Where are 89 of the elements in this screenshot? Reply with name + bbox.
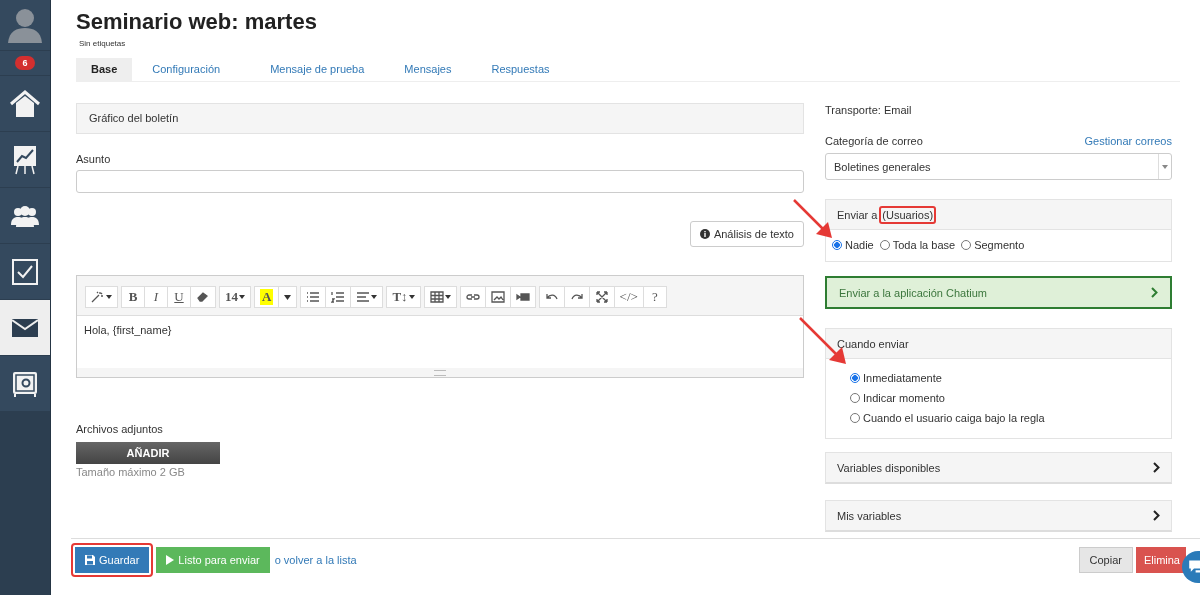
chevron-icon <box>1151 287 1158 298</box>
subject-label: Asunto <box>76 153 112 165</box>
toolbar-button[interactable] <box>350 286 384 308</box>
checkbox-icon <box>12 258 38 285</box>
play-icon <box>166 555 175 565</box>
back-link[interactable]: o volver a la lista <box>274 554 357 566</box>
toolbar-button[interactable]: I <box>144 286 168 308</box>
toolbar-button[interactable] <box>190 286 216 308</box>
radio-option[interactable]: Segmento <box>961 239 1025 251</box>
notification-badge[interactable]: 6 <box>15 56 35 70</box>
collapsible-panel[interactable]: Mis variables <box>825 500 1172 532</box>
toolbar-button[interactable] <box>484 286 511 308</box>
image-icon <box>490 291 505 303</box>
toolbar-button[interactable]: ? <box>642 286 667 308</box>
users-icon <box>11 204 39 227</box>
chevron-icon <box>1153 462 1160 473</box>
page-title: Seminario web: martes <box>76 9 318 35</box>
link-icon <box>465 291 480 303</box>
radio-option[interactable]: Toda la base <box>879 239 956 251</box>
toolbar-button[interactable]: U <box>167 286 191 308</box>
video-icon <box>515 291 530 303</box>
radio-option[interactable]: Nadie <box>832 239 874 251</box>
home-icon <box>10 89 40 118</box>
resize-handle[interactable] <box>434 369 446 376</box>
sidebar-item[interactable] <box>0 244 50 300</box>
tab[interactable]: Respuestas <box>471 58 570 81</box>
caret-icon <box>1162 164 1168 169</box>
chevron-icon <box>1153 510 1160 521</box>
toolbar-button[interactable] <box>300 286 327 308</box>
subject-field[interactable] <box>76 170 804 193</box>
toolbar-button[interactable] <box>563 286 590 308</box>
toolbar-button[interactable] <box>423 286 457 308</box>
align-icon <box>356 291 371 303</box>
editor-area[interactable]: Hola, {first_name} <box>77 316 803 368</box>
radio-option[interactable]: Inmediatamente <box>850 372 1171 384</box>
toolbar-button[interactable] <box>85 286 118 308</box>
fullscreen-icon <box>594 291 609 303</box>
radio-option[interactable]: Cuando el usuario caiga bajo la regla <box>850 412 1171 424</box>
tags-label: Sin etiquetas <box>79 39 127 48</box>
eraser-icon <box>196 291 210 303</box>
safe-icon <box>12 370 38 397</box>
toolbar-button[interactable]: B <box>121 286 145 308</box>
text-analysis-button[interactable]: Análisis de texto <box>689 221 804 247</box>
sidebar-item[interactable] <box>0 300 50 356</box>
sidebar-item[interactable] <box>0 188 50 244</box>
toolbar-button[interactable] <box>509 286 536 308</box>
toolbar-button[interactable] <box>588 286 615 308</box>
radio-option[interactable]: Indicar momento <box>850 392 1171 404</box>
when-label: Cuando enviar <box>837 337 909 350</box>
manage-mails-link[interactable]: Gestionar correos <box>1084 135 1172 147</box>
caret-icon <box>284 294 292 300</box>
dropdown-button[interactable] <box>278 286 298 308</box>
collapsible-panel[interactable]: Variables disponibles <box>825 452 1172 484</box>
highlight-button[interactable]: A <box>254 286 280 308</box>
size-hint: Tamaño máximo 2 GB <box>76 466 186 478</box>
tab[interactable]: Mensaje de prueba <box>250 58 385 81</box>
attachments-label: Archivos adjuntos <box>76 423 164 435</box>
tab[interactable]: Mensajes <box>384 58 472 81</box>
audience-label: (Usuarios) <box>879 205 937 224</box>
tab[interactable]: Configuración <box>132 58 241 81</box>
toolbar-button[interactable] <box>325 286 352 308</box>
transport-label: Transporte: Email <box>825 104 913 116</box>
wand-icon <box>91 291 105 303</box>
bullet-list-icon <box>306 291 321 303</box>
sidebar-item[interactable] <box>0 356 50 412</box>
sidebar-item[interactable] <box>0 132 50 188</box>
category-select[interactable]: Boletines generales <box>825 153 1172 180</box>
chatium-panel[interactable]: Enviar a la aplicación Chatium <box>825 276 1172 309</box>
mail-icon <box>12 318 38 337</box>
graphic-panel[interactable]: Gráfico del boletín <box>76 103 804 134</box>
toolbar-button[interactable]: </> <box>613 286 644 308</box>
editor-text: Hola, {first_name} <box>84 324 172 336</box>
floppy-icon <box>85 555 95 565</box>
send-to-label: Enviar a <box>837 208 878 221</box>
sidebar-item[interactable] <box>0 76 50 132</box>
toolbar-button[interactable]: 14 <box>219 286 251 308</box>
toolbar-button[interactable] <box>459 286 486 308</box>
add-button[interactable]: AÑADIR <box>76 442 220 464</box>
category-label: Categoría de correo <box>825 135 923 147</box>
tab[interactable]: Base <box>76 58 133 81</box>
copy-button[interactable]: Copiar <box>1078 547 1133 573</box>
chart-icon <box>13 144 37 175</box>
table-icon <box>429 291 444 303</box>
delete-button[interactable]: Elimina <box>1135 547 1186 573</box>
save-button[interactable]: Guardar <box>75 547 150 573</box>
toolbar-button[interactable] <box>538 286 565 308</box>
toolbar-button[interactable]: T↕ <box>386 286 421 308</box>
info-icon <box>699 229 710 239</box>
numbered-list-icon <box>331 291 346 303</box>
